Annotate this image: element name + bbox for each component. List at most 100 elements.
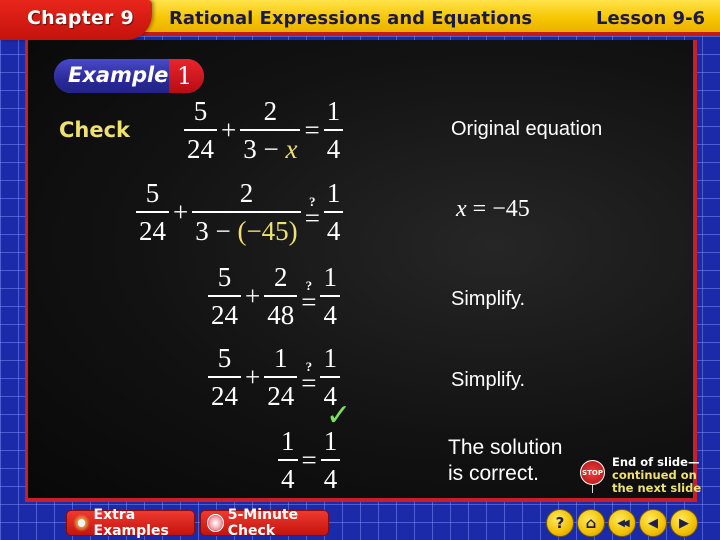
- plus-sign: +: [245, 280, 261, 311]
- extra-examples-button[interactable]: Extra Examples: [66, 507, 195, 539]
- check-label: Check: [59, 118, 131, 142]
- denominator: 4: [326, 216, 341, 246]
- plus-sign: +: [173, 196, 189, 227]
- variable-x: x: [456, 196, 467, 222]
- slide-content: Example 1 Check 5 24 + 2 3 − x = 1 4 Ori…: [25, 40, 697, 502]
- denominator-constant: 3 −: [243, 134, 286, 164]
- denominator: 24: [139, 216, 166, 246]
- equation-original: 5 24 + 2 3 − x = 1 4: [184, 96, 344, 164]
- x-value: = −45: [466, 196, 530, 222]
- equation-simplified-2: 5 24 + 1 24 ? = 1 4: [208, 343, 340, 411]
- plus-sign: +: [221, 114, 237, 145]
- header-title: Rational Expressions and Equations: [169, 8, 533, 29]
- first-slide-button[interactable]: ◀◀: [608, 509, 636, 537]
- equals-sign: =: [304, 114, 320, 145]
- stop-sign-icon: STOP: [580, 460, 605, 485]
- note-solution-correct: The solution is correct.: [448, 435, 562, 487]
- fraction-bar: [184, 129, 217, 131]
- clock-icon: [207, 514, 224, 532]
- fraction-bar: [320, 376, 340, 378]
- five-minute-check-button[interactable]: 5-Minute Check: [200, 507, 329, 539]
- fraction: 5 24: [208, 262, 241, 330]
- numerator: 2: [273, 262, 288, 292]
- five-minute-check-label: 5-Minute Check: [227, 507, 299, 539]
- fraction: 1 4: [320, 262, 340, 330]
- denominator: 3 − x: [240, 134, 300, 164]
- fraction: 1 4: [323, 178, 344, 246]
- denominator: 4: [323, 300, 337, 330]
- numerator: 5: [145, 178, 160, 208]
- help-button[interactable]: ?: [546, 509, 574, 537]
- example-badge: Example 1: [54, 59, 204, 93]
- questioned-equals: ? =: [297, 279, 320, 316]
- solution-line-2: is correct.: [448, 462, 540, 485]
- next-icon: ▶: [679, 515, 689, 531]
- home-icon: ⌂: [585, 514, 597, 532]
- fraction: 1 4: [278, 426, 298, 494]
- numerator: 5: [217, 262, 232, 292]
- chapter-label: Chapter 9: [27, 7, 134, 29]
- note-simplify-1: Simplify.: [451, 288, 526, 310]
- fraction-bar: [208, 295, 241, 297]
- fraction-bar: [323, 129, 344, 131]
- end-notice-line-3: the next slide: [612, 481, 702, 495]
- home-button[interactable]: ⌂: [577, 509, 605, 537]
- lesson-label: Lesson 9-6: [596, 8, 706, 29]
- numerator: 1: [323, 343, 337, 373]
- fraction: 2 48: [264, 262, 298, 330]
- numerator: 5: [217, 343, 232, 373]
- fraction-bar: [264, 376, 298, 378]
- variable-x: x: [285, 134, 298, 164]
- equals-sign: =: [301, 444, 317, 475]
- denominator: 3 − (−45): [192, 216, 300, 246]
- fraction-bar: [264, 295, 298, 297]
- previous-icon: ◀: [648, 515, 658, 531]
- questioned-equals: ? =: [297, 360, 320, 398]
- denominator: 4: [323, 464, 338, 494]
- numerator: 1: [281, 426, 295, 456]
- substituted-value: (−45): [237, 216, 298, 246]
- fraction: 5 24: [184, 96, 217, 164]
- example-number: 1: [177, 62, 193, 90]
- fraction-bar: [320, 459, 341, 461]
- numerator: 2: [239, 178, 254, 208]
- fraction: 5 24: [136, 178, 169, 246]
- extra-examples-icon: [73, 514, 90, 532]
- rewind-icon: ◀◀: [617, 517, 630, 529]
- solution-line-1: The solution: [448, 436, 563, 459]
- help-icon: ?: [555, 514, 565, 532]
- note-x-value: x = −45: [456, 196, 530, 223]
- next-slide-button[interactable]: ▶: [670, 509, 698, 537]
- equals-sign: =: [304, 202, 320, 233]
- note-simplify-2: Simplify.: [451, 369, 526, 391]
- fraction-bar: [323, 211, 344, 213]
- fraction-bar: [208, 376, 241, 378]
- fraction-bar: [320, 295, 340, 297]
- plus-sign: +: [245, 361, 261, 392]
- fraction-bar: [192, 211, 301, 213]
- equation-result: 1 4 = 1 4: [278, 426, 341, 494]
- denominator: 24: [267, 381, 295, 411]
- equals-sign: =: [301, 367, 317, 398]
- equation-simplified-1: 5 24 + 2 48 ? = 1 4: [208, 262, 340, 330]
- denominator: 24: [211, 381, 238, 411]
- numerator: 1: [326, 96, 341, 126]
- denominator: 24: [211, 300, 238, 330]
- header-bar: Chapter 9 Rational Expressions and Equat…: [0, 0, 720, 40]
- numerator: 1: [323, 262, 337, 292]
- numerator: 2: [263, 96, 278, 126]
- numerator: 1: [273, 343, 288, 373]
- end-of-slide-notice: End of slide— continued on the next slid…: [612, 456, 701, 495]
- fraction-bar: [240, 129, 301, 131]
- fraction: 2 3 − (−45): [192, 178, 301, 246]
- fraction-bar: [136, 211, 169, 213]
- denominator: 4: [326, 134, 341, 164]
- fraction: 1 4: [323, 96, 344, 164]
- questioned-equals: ? =: [301, 195, 324, 233]
- denominator: 48: [267, 300, 295, 330]
- fraction: 1 4: [320, 426, 341, 494]
- example-label: Example: [68, 63, 169, 87]
- previous-slide-button[interactable]: ◀: [639, 509, 667, 537]
- checkmark-icon: ✓: [326, 398, 352, 433]
- numerator: 1: [326, 178, 341, 208]
